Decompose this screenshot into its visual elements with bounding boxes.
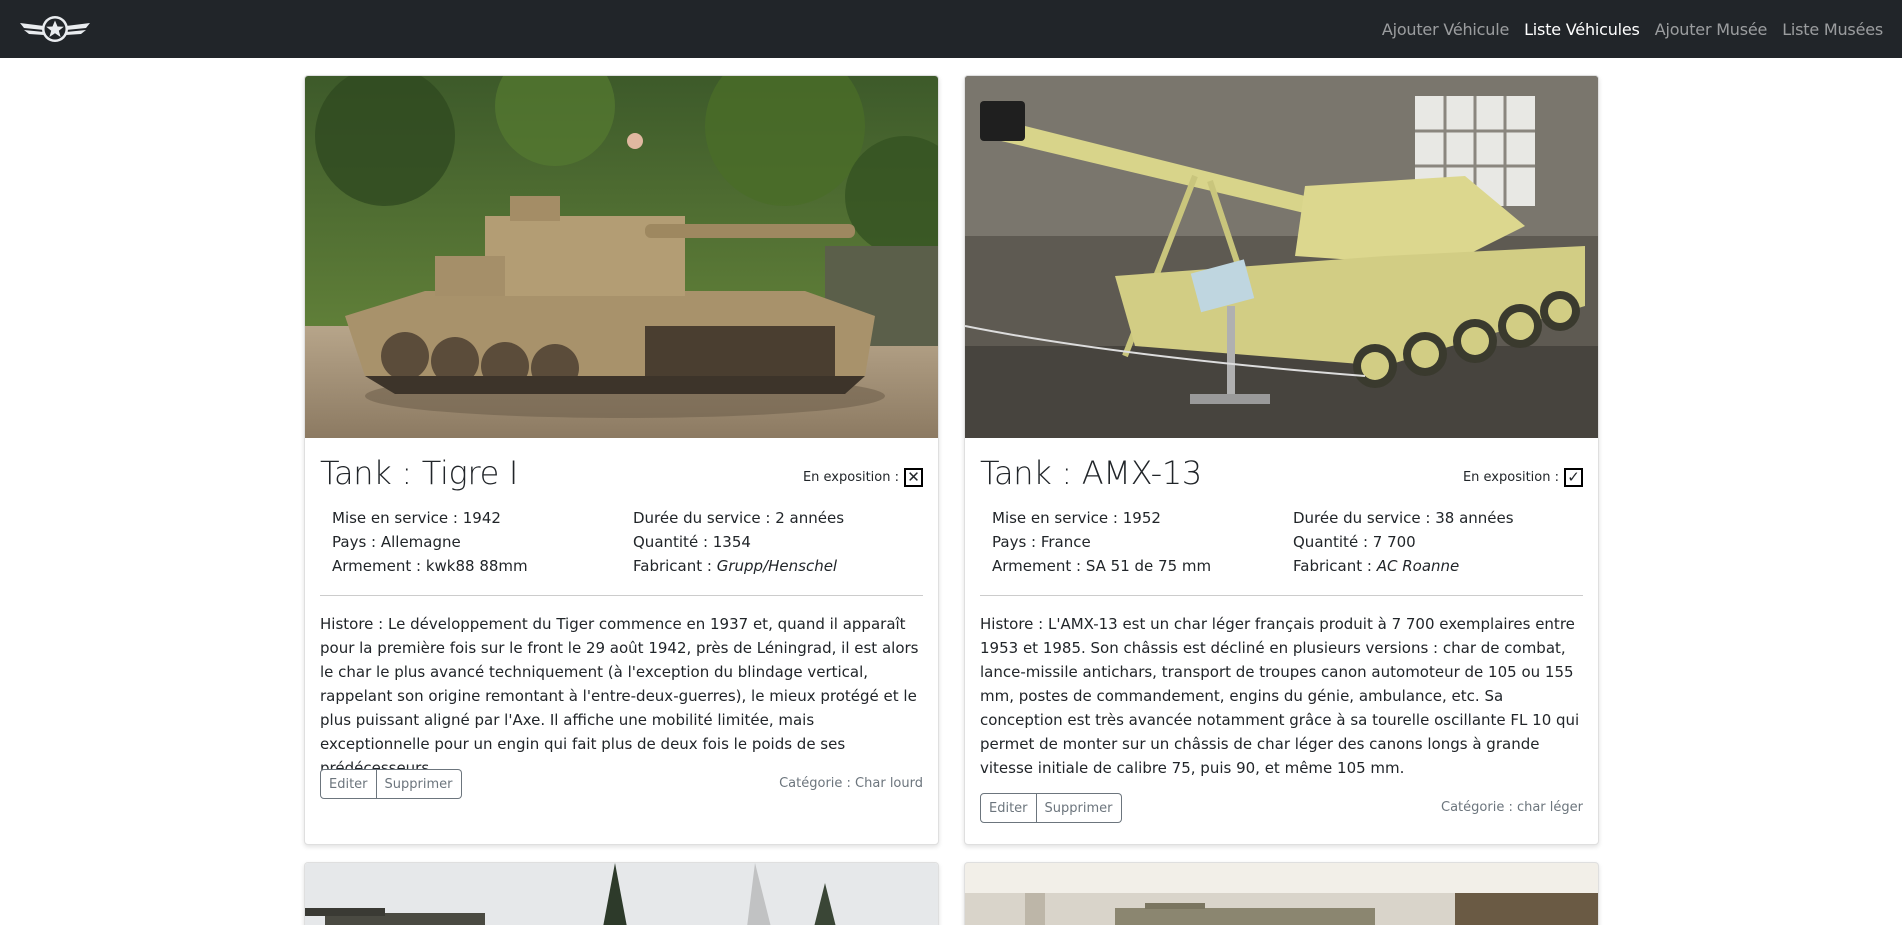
delete-button[interactable]: Supprimer — [1036, 793, 1122, 823]
exposition-status: En exposition : ✓ — [1463, 468, 1583, 487]
divider — [980, 595, 1583, 596]
quantite: Quantité : 1354 — [633, 533, 751, 551]
exposition-status: En exposition : ✕ — [803, 468, 923, 487]
edit-button[interactable]: Editer — [980, 793, 1037, 823]
nav-ajouter-vehicule[interactable]: Ajouter Véhicule — [1382, 20, 1509, 39]
vehicle-specs: Mise en service : 1942 Durée du service … — [332, 506, 922, 578]
vehicle-card-partial-left — [304, 862, 939, 925]
exposition-label: En exposition : — [802, 470, 899, 485]
vehicle-card-tigre: Tank : Tigre I En exposition : ✕ Mise en… — [304, 75, 939, 845]
armement: Armement : kwk88 88mm — [332, 557, 528, 575]
pays: Pays : Allemagne — [332, 533, 461, 551]
vehicle-card-partial-right — [964, 862, 1599, 925]
vehicle-title: Tank : Tigre I — [320, 454, 519, 492]
delete-button[interactable]: Supprimer — [376, 769, 462, 799]
categorie: Catégorie : char léger — [1441, 800, 1583, 815]
nav-ajouter-musee[interactable]: Ajouter Musée — [1655, 20, 1768, 39]
action-buttons: Editer Supprimer — [980, 793, 1122, 823]
mise-en-service: Mise en service : 1942 — [332, 509, 501, 527]
categorie: Catégorie : Char lourd — [779, 776, 923, 791]
vehicle-image-partial-left — [305, 863, 938, 925]
duree-service: Durée du service : 2 années — [633, 509, 845, 527]
fabricant-label: Fabricant : — [1293, 557, 1377, 575]
vehicle-card-amx13: Tank : AMX-13 En exposition : ✓ Mise en … — [964, 75, 1599, 845]
edit-button[interactable]: Editer — [320, 769, 377, 799]
fabricant: Fabricant : AC Roanne — [1293, 554, 1582, 578]
fabricant: Fabricant : Grupp/Henschel — [633, 554, 922, 578]
vehicle-specs: Mise en service : 1952 Durée du service … — [992, 506, 1582, 578]
quantite: Quantité : 7 700 — [1293, 533, 1416, 551]
nav-liste-vehicules[interactable]: Liste Véhicules — [1524, 20, 1640, 39]
nav-links: Ajouter Véhicule Liste Véhicules Ajouter… — [1367, 0, 1883, 58]
fabricant-label: Fabricant : — [633, 557, 717, 575]
mise-en-service: Mise en service : 1952 — [992, 509, 1161, 527]
navbar: Ajouter Véhicule Liste Véhicules Ajouter… — [0, 0, 1902, 58]
exposition-checkbox[interactable]: ✕ — [904, 468, 923, 487]
fabricant-value: AC Roanne — [1376, 557, 1460, 575]
nav-liste-musees[interactable]: Liste Musées — [1782, 20, 1883, 39]
histoire-text: Histore : Le développement du Tiger comm… — [320, 615, 919, 777]
vehicle-image-amx13 — [965, 76, 1598, 438]
duree-service: Durée du service : 38 années — [1293, 509, 1514, 527]
divider — [320, 595, 923, 596]
exposition-checkbox[interactable]: ✓ — [1564, 468, 1583, 487]
vehicle-image-tigre — [305, 76, 938, 438]
histoire-text: Histore : L'AMX-13 est un char léger fra… — [980, 615, 1580, 777]
armement: Armement : SA 51 de 75 mm — [992, 557, 1212, 575]
exposition-label: En exposition : — [1462, 470, 1559, 485]
vehicle-image-partial-right — [965, 863, 1598, 925]
winged-star-logo[interactable] — [16, 11, 94, 47]
vehicle-title: Tank : AMX-13 — [980, 454, 1202, 492]
pays: Pays : France — [992, 533, 1091, 551]
fabricant-value: Grupp/Henschel — [716, 557, 838, 575]
action-buttons: Editer Supprimer — [320, 769, 462, 799]
